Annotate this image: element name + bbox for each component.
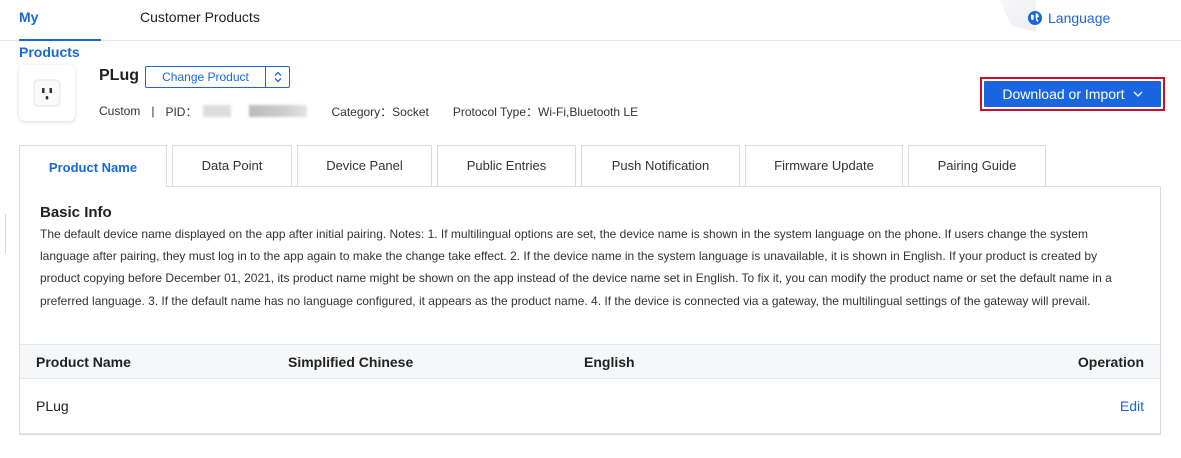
pid-label: PID： xyxy=(165,104,198,119)
table-header: Product Name Simplified Chinese English … xyxy=(20,344,1160,379)
tab-customer-products[interactable]: Customer Products xyxy=(140,0,260,41)
download-or-import-button[interactable]: Download or Import xyxy=(984,81,1161,107)
tab-my-products[interactable]: My Products xyxy=(19,0,101,60)
header-product-name: Product Name xyxy=(36,353,131,370)
category-label: Category：Socket xyxy=(331,104,429,119)
product-name-table: Product Name Simplified Chinese English … xyxy=(20,344,1160,434)
basic-info-title: Basic Info xyxy=(40,204,112,221)
download-button-highlight: Download or Import xyxy=(980,77,1165,111)
product-meta: Custom | PID： Category：Socket Protocol T… xyxy=(99,103,638,119)
basic-info-description: The default device name displayed on the… xyxy=(40,227,1112,308)
download-or-import-label: Download or Import xyxy=(1002,86,1125,102)
tab-public-entries[interactable]: Public Entries xyxy=(437,145,576,186)
protocol-type-label: Protocol Type：Wi-Fi,Bluetooth LE xyxy=(452,104,639,119)
language-button[interactable]: Language xyxy=(1027,8,1110,28)
header-simplified-chinese: Simplified Chinese xyxy=(288,353,414,370)
pid-value-redacted xyxy=(203,105,308,117)
chevron-down-icon xyxy=(1133,91,1143,97)
change-product-button[interactable]: Change Product xyxy=(145,66,290,88)
meta-separator: | xyxy=(151,104,155,118)
socket-icon xyxy=(33,79,61,107)
row-product-name: PLug xyxy=(36,398,69,414)
globe-icon xyxy=(1028,11,1042,25)
product-name: PLug xyxy=(99,67,139,84)
tab-firmware-update[interactable]: Firmware Update xyxy=(745,145,903,186)
up-down-chevron-icon xyxy=(265,67,289,87)
tab-push-notification[interactable]: Push Notification xyxy=(581,145,740,186)
side-handle[interactable] xyxy=(1,214,6,254)
custom-label: Custom xyxy=(99,104,141,118)
edit-link[interactable]: Edit xyxy=(1120,379,1144,433)
header-english: English xyxy=(584,353,635,370)
change-product-label: Change Product xyxy=(162,70,249,84)
tab-pairing-guide[interactable]: Pairing Guide xyxy=(908,145,1046,186)
tab-data-point[interactable]: Data Point xyxy=(172,145,292,186)
top-nav: My Products Customer Products Language xyxy=(0,0,1181,60)
tab-product-name[interactable]: Product Name xyxy=(19,145,167,187)
header-operation: Operation xyxy=(1077,353,1144,370)
language-label: Language xyxy=(1048,10,1111,26)
tab-device-panel[interactable]: Device Panel xyxy=(297,145,432,186)
product-image xyxy=(19,65,75,121)
product-name-panel: Basic Info The default device name displ… xyxy=(5,186,1161,435)
table-row: PLug Edit xyxy=(20,379,1160,434)
